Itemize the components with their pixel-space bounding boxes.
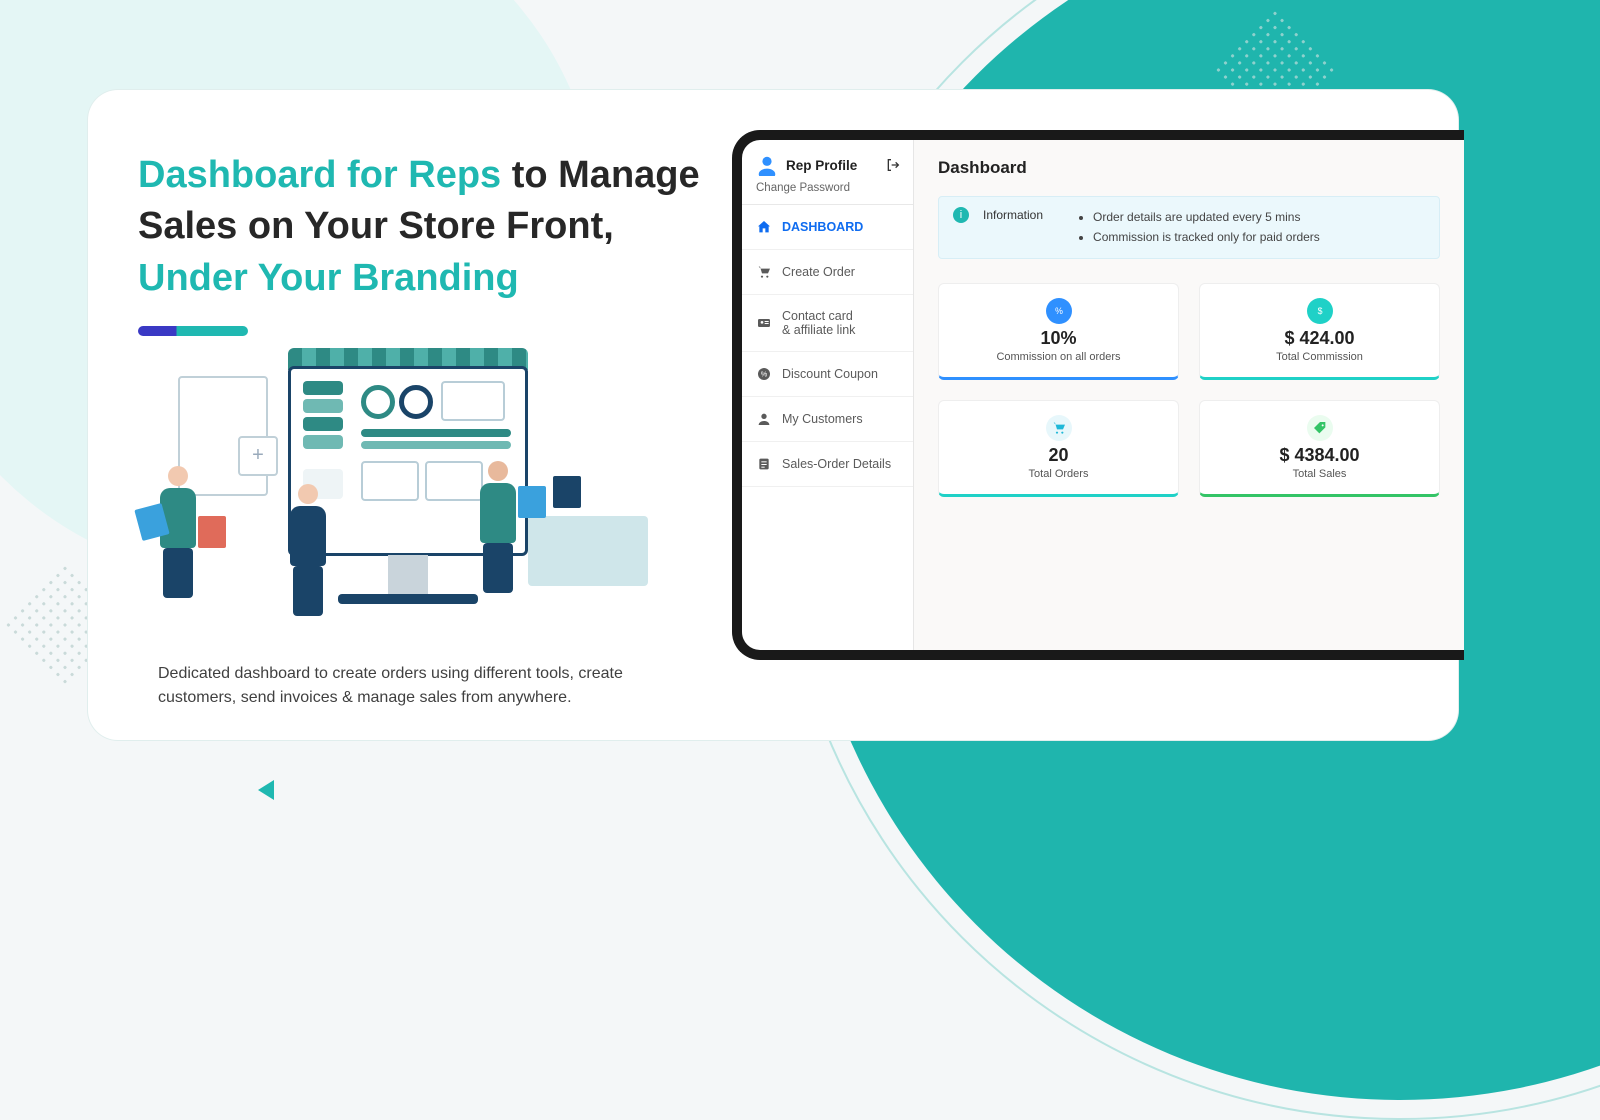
discount-icon: % — [756, 366, 772, 382]
stat-total-commission-label: Total Commission — [1210, 351, 1429, 363]
cart-icon — [756, 264, 772, 280]
headline: Dashboard for Reps to Manage Sales on Yo… — [138, 150, 708, 304]
profile-name: Rep Profile — [786, 158, 857, 173]
page-title: Dashboard — [938, 158, 1440, 178]
info-icon: i — [953, 207, 969, 223]
profile-header[interactable]: Rep Profile — [742, 140, 913, 182]
stat-total-sales-label: Total Sales — [1210, 468, 1429, 480]
nav-sales-order-details-label: Sales-Order Details — [782, 457, 891, 471]
home-icon — [756, 219, 772, 235]
person-icon — [756, 411, 772, 427]
logout-icon[interactable] — [885, 157, 901, 173]
stat-total-orders-label: Total Orders — [949, 468, 1168, 480]
stat-total-orders: 20 Total Orders — [938, 400, 1179, 497]
list-icon — [756, 456, 772, 472]
tag-badge-icon — [1307, 415, 1333, 441]
info-label: Information — [983, 207, 1043, 248]
storefront-illustration: + — [138, 366, 668, 646]
nav-contact-card[interactable]: Contact card& affiliate link — [742, 295, 913, 352]
svg-text:$: $ — [1317, 306, 1322, 316]
tablet-frame: Rep Profile Change Password DASHBOARD Cr… — [732, 130, 1464, 660]
nav-my-customers-label: My Customers — [782, 412, 863, 426]
stat-commission-rate: % 10% Commission on all orders — [938, 283, 1179, 380]
svg-text:%: % — [761, 370, 768, 379]
nav-dashboard-label: DASHBOARD — [782, 220, 863, 234]
nav-create-order-label: Create Order — [782, 265, 855, 279]
dollar-badge-icon: $ — [1307, 298, 1333, 324]
avatar-icon — [756, 154, 778, 176]
stat-commission-rate-label: Commission on all orders — [949, 351, 1168, 363]
nav-my-customers[interactable]: My Customers — [742, 397, 913, 442]
headline-accent-1: Dashboard for Reps — [138, 154, 501, 196]
stat-total-sales: $ 4384.00 Total Sales — [1199, 400, 1440, 497]
stat-total-orders-value: 20 — [949, 445, 1168, 466]
content-card: Dashboard for Reps to Manage Sales on Yo… — [88, 90, 1458, 740]
info-bullet-1: Order details are updated every 5 mins — [1093, 207, 1320, 227]
stat-total-commission-value: $ 424.00 — [1210, 328, 1429, 349]
main-content: Dashboard i Information Order details ar… — [914, 140, 1464, 650]
stat-commission-rate-value: 10% — [949, 328, 1168, 349]
stat-total-commission: $ $ 424.00 Total Commission — [1199, 283, 1440, 380]
description-text: Dedicated dashboard to create orders usi… — [158, 662, 638, 710]
headline-accent-2: Under Your Branding — [138, 257, 519, 299]
prev-arrow-icon[interactable] — [258, 780, 274, 800]
change-password-link[interactable]: Change Password — [742, 182, 913, 204]
nav-dashboard[interactable]: DASHBOARD — [742, 205, 913, 250]
svg-text:%: % — [1055, 306, 1063, 316]
id-card-icon — [756, 315, 772, 331]
nav-discount-coupon-label: Discount Coupon — [782, 367, 878, 381]
info-banner: i Information Order details are updated … — [938, 196, 1440, 259]
nav-contact-card-label: Contact card& affiliate link — [782, 309, 855, 337]
nav-sales-order-details[interactable]: Sales-Order Details — [742, 442, 913, 487]
info-bullet-2: Commission is tracked only for paid orde… — [1093, 227, 1320, 247]
sidebar: Rep Profile Change Password DASHBOARD Cr… — [742, 140, 914, 650]
nav-discount-coupon[interactable]: % Discount Coupon — [742, 352, 913, 397]
nav-create-order[interactable]: Create Order — [742, 250, 913, 295]
cart-badge-icon — [1046, 415, 1072, 441]
percent-badge-icon: % — [1046, 298, 1072, 324]
stat-total-sales-value: $ 4384.00 — [1210, 445, 1429, 466]
accent-bar — [138, 326, 248, 336]
